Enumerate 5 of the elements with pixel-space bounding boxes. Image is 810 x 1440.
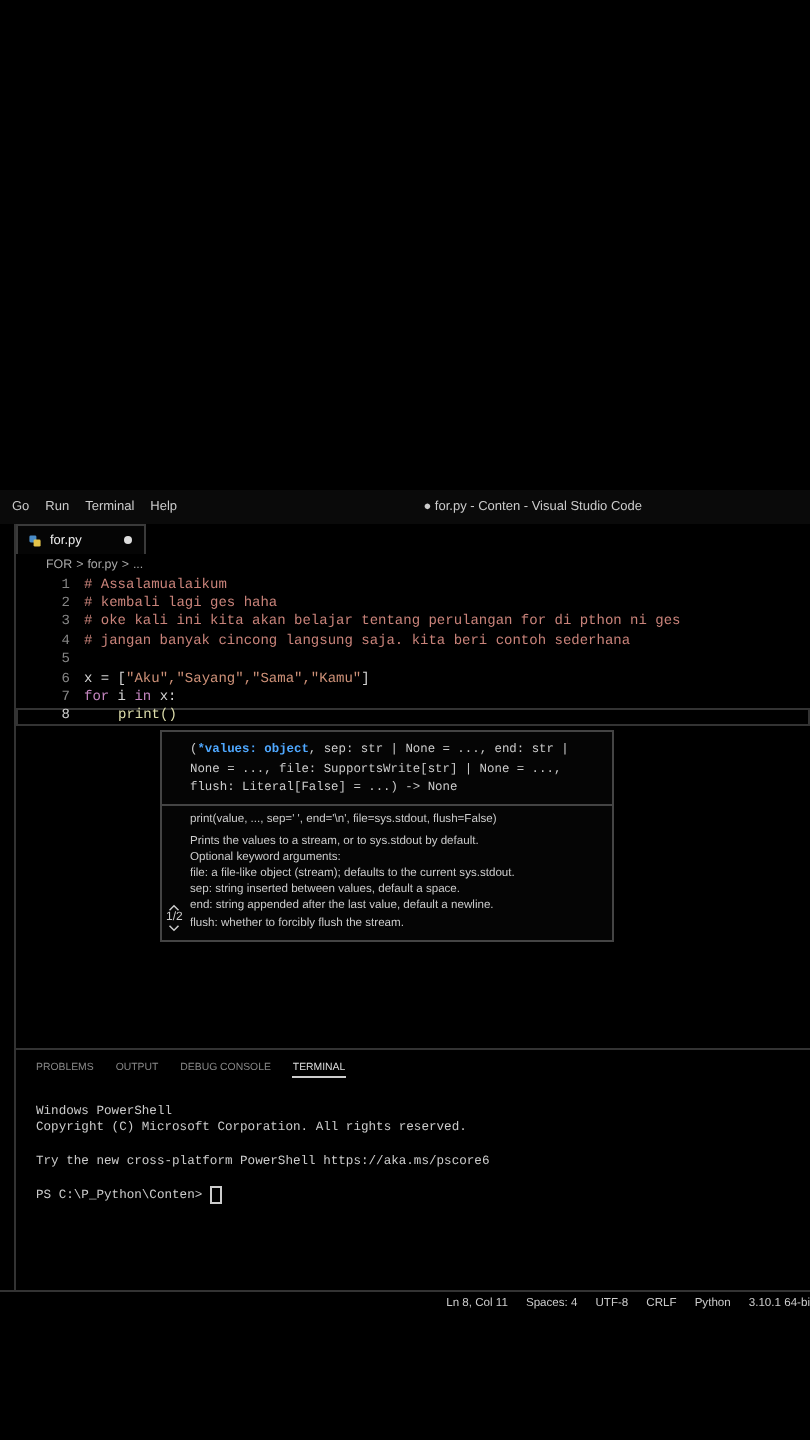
terminal-cursor-icon bbox=[210, 1186, 223, 1205]
chevron-down-icon[interactable] bbox=[168, 923, 181, 932]
python-file-icon bbox=[28, 533, 42, 547]
chevron-up-icon[interactable] bbox=[168, 903, 181, 912]
unsaved-dot-icon bbox=[124, 536, 132, 544]
